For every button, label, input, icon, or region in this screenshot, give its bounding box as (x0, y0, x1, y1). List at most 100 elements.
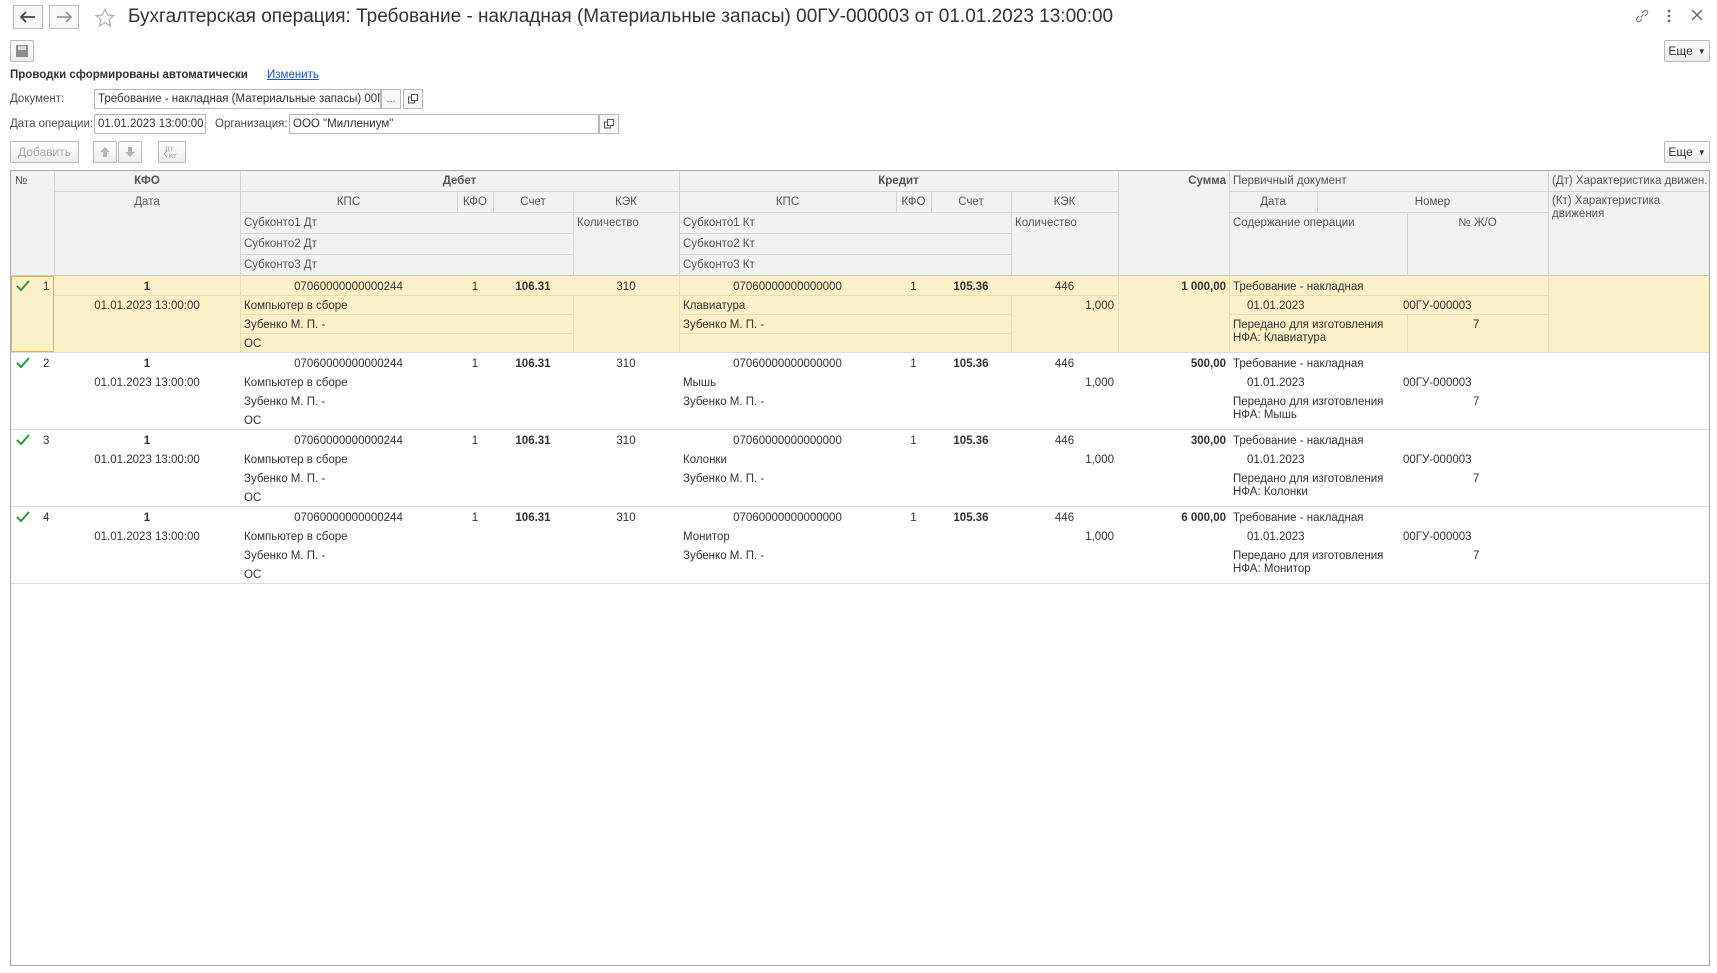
row-date: 01.01.2023 13:00:00 (94, 377, 200, 389)
svg-text:Кт: Кт (169, 153, 177, 159)
row-dt-kfo: 1 (471, 281, 479, 293)
header-char-dt[interactable]: (Дт) Характеристика движен... (1552, 174, 1707, 188)
row-kt-kps: 07060000000000000 (733, 512, 842, 524)
header-subk1-dt[interactable]: Субконто1 Дт (244, 216, 317, 230)
row-content-line2: НФА: Монитор (1233, 563, 1311, 575)
header-content[interactable]: Содержание операции (1233, 216, 1355, 230)
row-dt-kek: 310 (616, 358, 636, 370)
row-pd-date: 01.01.2023 (1247, 300, 1305, 312)
header-jo[interactable]: № Ж/О (1407, 216, 1548, 230)
save-button[interactable] (10, 40, 34, 62)
document-select-button[interactable]: ... (381, 89, 401, 109)
op-date-label: Дата операции: (10, 118, 94, 130)
change-link[interactable]: Изменить (267, 69, 319, 81)
header-dt-quantity[interactable]: Количество (577, 216, 639, 230)
header-subk2-kt[interactable]: Субконто2 Кт (683, 237, 755, 251)
header-subk3-dt[interactable]: Субконто3 Дт (244, 258, 317, 272)
caret-down-icon: ▼ (1697, 46, 1706, 56)
row-kt-kfo: 1 (910, 358, 917, 370)
arrow-up-icon (100, 147, 110, 157)
add-button[interactable]: Добавить (10, 141, 79, 163)
dt-kt-swap-button[interactable]: Дт Кт (158, 141, 186, 163)
header-num[interactable]: № (15, 174, 27, 188)
table-row[interactable]: 2 1 01.01.2023 13:00:00 0706000000000024… (11, 353, 1709, 430)
forward-button[interactable] (49, 5, 79, 29)
row-kfo: 1 (143, 281, 151, 293)
header-dt-kps[interactable]: КПС (240, 195, 457, 209)
row-dt-subk2: Зубенко М. П. - (244, 396, 326, 408)
back-button[interactable] (13, 5, 43, 29)
more-vertical-icon[interactable] (1665, 8, 1673, 24)
header-subk1-kt[interactable]: Субконто1 Кт (683, 216, 755, 230)
row-dt-kps: 07060000000000244 (294, 281, 403, 293)
header-subk3-kt[interactable]: Субконто3 Кт (683, 258, 755, 272)
header-debit[interactable]: Дебет (240, 174, 679, 188)
header-credit[interactable]: Кредит (679, 174, 1118, 188)
row-pd-name: Требование - накладная (1233, 512, 1364, 524)
table-row[interactable]: 4 1 01.01.2023 13:00:00 0706000000000024… (11, 507, 1709, 584)
row-dt-account: 106.31 (515, 435, 551, 447)
move-up-button[interactable] (93, 141, 117, 163)
arrow-right-icon (57, 11, 72, 23)
move-down-button[interactable] (118, 141, 142, 163)
row-kt-account: 105.36 (953, 281, 989, 293)
row-dt-kek: 310 (616, 281, 636, 293)
header-kt-kek[interactable]: КЭК (1011, 195, 1118, 209)
row-number: 1 (43, 281, 50, 293)
row-kt-kek: 446 (1054, 512, 1075, 524)
header-kt-quantity[interactable]: Количество (1015, 216, 1077, 230)
organization-open-button[interactable] (599, 114, 619, 134)
row-dt-kfo: 1 (471, 435, 479, 447)
arrow-down-icon (125, 147, 135, 157)
document-field[interactable]: Требование - накладная (Материальные зап… (94, 89, 381, 109)
header-kt-account[interactable]: Счет (931, 195, 1011, 209)
organization-field[interactable]: ООО "Миллениум" (289, 114, 599, 134)
entries-table[interactable]: № КФО Дата Дебет КПС КФО Счет КЭК Количе… (10, 170, 1710, 966)
header-pd-number[interactable]: Номер (1317, 195, 1548, 209)
row-pd-name: Требование - накладная (1233, 281, 1364, 293)
header-kt-kfo[interactable]: КФО (896, 195, 931, 209)
row-dt-subk3: ОС (244, 338, 262, 350)
close-icon[interactable] (1690, 8, 1704, 22)
header-dt-account[interactable]: Счет (493, 195, 573, 209)
row-kt-subk1: Монитор (683, 531, 730, 543)
document-open-button[interactable] (403, 89, 423, 109)
row-content-line1: Передано для изготовления (1233, 319, 1384, 331)
link-icon[interactable] (1634, 8, 1650, 24)
row-dt-kps: 07060000000000244 (294, 435, 403, 447)
header-dt-kek[interactable]: КЭК (573, 195, 679, 209)
table-row[interactable]: 1 1 01.01.2023 13:00:00 0706000000000024… (11, 276, 1709, 353)
title-bar: Бухгалтерская операция: Требование - нак… (0, 0, 1717, 36)
header-subk2-dt[interactable]: Субконто2 Дт (244, 237, 317, 251)
auto-generated-label: Проводки сформированы автоматически (10, 69, 248, 81)
row-dt-kfo: 1 (471, 512, 479, 524)
header-kt-kps[interactable]: КПС (679, 195, 896, 209)
row-kfo: 1 (143, 435, 151, 447)
header-dt-kfo[interactable]: КФО (457, 195, 493, 209)
check-icon (16, 511, 30, 523)
save-icon (16, 45, 28, 57)
header-char-kt[interactable]: (Кт) Характеристика движения (1552, 195, 1707, 221)
more-label: Еще (1668, 44, 1693, 58)
header-kfo[interactable]: КФО (54, 174, 240, 188)
check-icon (16, 357, 30, 369)
row-dt-kfo: 1 (471, 358, 479, 370)
row-dt-kps: 07060000000000244 (294, 512, 403, 524)
more-button[interactable]: Еще ▼ (1664, 40, 1710, 62)
row-content-line1: Передано для изготовления (1233, 550, 1384, 562)
row-jo: 7 (1473, 319, 1480, 331)
row-dt-subk1: Компьютер в сборе (244, 531, 348, 543)
header-pd-date[interactable]: Дата (1229, 195, 1317, 209)
op-date-field[interactable]: 01.01.2023 13:00:00 (94, 114, 206, 134)
favorite-star-icon[interactable] (94, 7, 116, 29)
row-kt-kps: 07060000000000000 (733, 435, 842, 447)
grid-more-button[interactable]: Еще ▼ (1664, 141, 1710, 163)
header-sum[interactable]: Сумма (1118, 174, 1226, 188)
header-primary-doc[interactable]: Первичный документ (1233, 174, 1347, 188)
row-kt-subk2: Зубенко М. П. - (683, 396, 765, 408)
caret-down-icon: ▼ (1697, 147, 1706, 157)
table-row[interactable]: 3 1 01.01.2023 13:00:00 0706000000000024… (11, 430, 1709, 507)
row-dt-subk2: Зубенко М. П. - (244, 550, 326, 562)
header-date[interactable]: Дата (54, 195, 240, 209)
row-kt-account: 105.36 (953, 358, 989, 370)
